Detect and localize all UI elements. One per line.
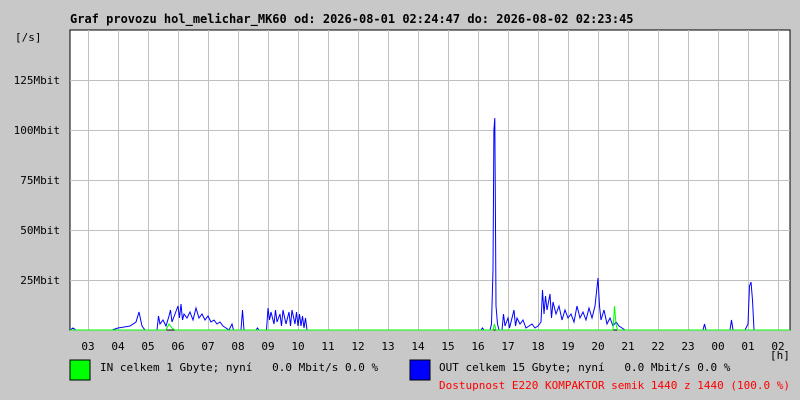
x-tick-label-3: 06 <box>171 340 184 353</box>
x-tick-label-20: 23 <box>681 340 694 353</box>
y-tick-label-2: 75Mbit <box>20 174 60 187</box>
x-tick-label-15: 18 <box>531 340 544 353</box>
legend-out-text: OUT celkem 15 Gbyte; nyní 0.0 Mbit/s 0.0… <box>439 361 731 374</box>
legend-out-swatch <box>409 359 431 381</box>
y-tick-label-0: 25Mbit <box>20 274 60 287</box>
x-axis-unit-label: [h] <box>770 349 790 362</box>
x-tick-label-13: 16 <box>471 340 484 353</box>
x-tick-label-9: 12 <box>351 340 364 353</box>
y-tick-label-1: 50Mbit <box>20 224 60 237</box>
x-tick-label-18: 21 <box>621 340 634 353</box>
traffic-chart: Graf provozu hol_melichar_MK60 od: 2026-… <box>14 12 791 392</box>
x-tick-label-21: 00 <box>711 340 724 353</box>
x-tick-label-8: 11 <box>321 340 334 353</box>
x-tick-label-11: 14 <box>411 340 425 353</box>
y-tick-label-3: 100Mbit <box>14 124 60 137</box>
legend-in-text: IN celkem 1 Gbyte; nyní 0.0 Mbit/s 0.0 % <box>100 361 379 374</box>
x-axis-ticks: 03 04 05 06 07 08 09 10 11 12 13 14 15 16 17 18 19 20 21 22… <box>81 340 784 353</box>
x-tick-label-22: 01 <box>741 340 754 353</box>
x-tick-label-16: 19 <box>561 340 574 353</box>
chart-title: Graf provozu hol_melichar_MK60 od: 2026-… <box>70 12 634 27</box>
availability-text: Dostupnost E220 KOMPAKTOR semik 1440 z 1… <box>439 379 790 392</box>
x-tick-label-4: 07 <box>201 340 214 353</box>
x-tick-label-7: 10 <box>291 340 304 353</box>
x-tick-label-10: 13 <box>381 340 394 353</box>
x-tick-label-14: 17 <box>501 340 514 353</box>
x-tick-label-17: 20 <box>591 340 604 353</box>
y-tick-label-4: 125Mbit <box>14 74 60 87</box>
x-tick-label-19: 22 <box>651 340 664 353</box>
x-tick-label-0: 03 <box>81 340 94 353</box>
x-tick-label-2: 05 <box>141 340 154 353</box>
x-tick-label-12: 15 <box>441 340 454 353</box>
x-tick-label-6: 09 <box>261 340 274 353</box>
x-tick-label-5: 08 <box>231 340 244 353</box>
y-axis-unit-label: [/s] <box>15 31 42 44</box>
legend-in-swatch <box>69 359 91 381</box>
y-axis-ticks: 25Mbit 50Mbit 75Mbit 100Mbit 125Mbit <box>14 74 60 287</box>
x-tick-label-1: 04 <box>111 340 125 353</box>
